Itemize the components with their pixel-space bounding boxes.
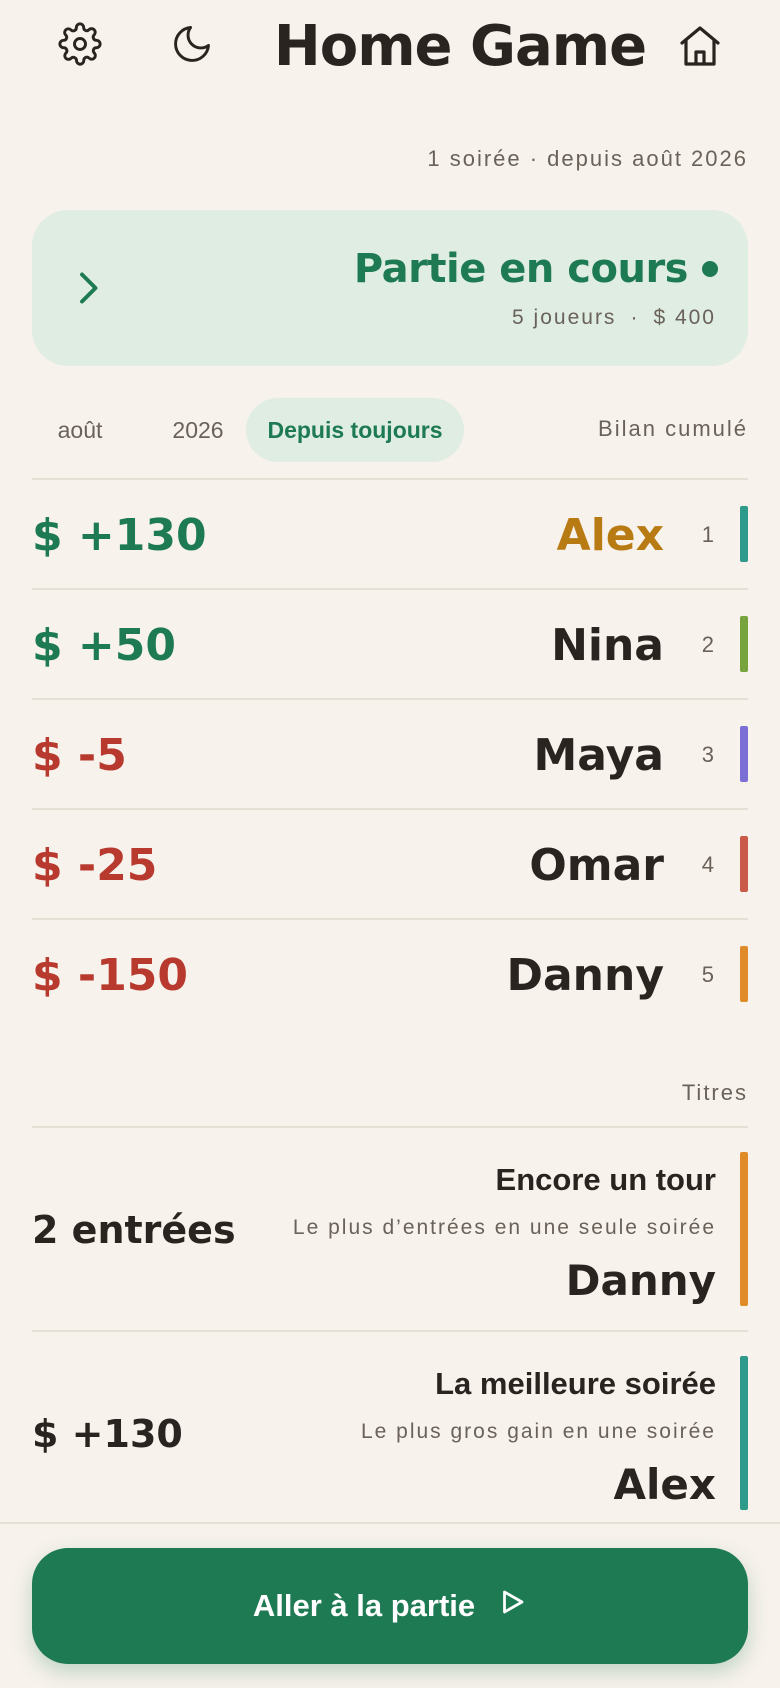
player-color-bar bbox=[740, 1356, 748, 1510]
summary-subtitle: 1 soirée · depuis août 2026 bbox=[427, 146, 748, 171]
standing-player-name: Omar bbox=[529, 840, 664, 891]
standing-player-name: Maya bbox=[533, 730, 665, 781]
filter-chip-month[interactable]: août bbox=[32, 398, 128, 462]
standing-amount: $ -5 bbox=[32, 730, 127, 781]
title-winner: Alex bbox=[613, 1460, 716, 1509]
player-color-bar bbox=[740, 616, 748, 672]
titles-list: 2 entrées Encore un tour Le plus d’entré… bbox=[32, 1126, 748, 1534]
title-stat: $ +130 bbox=[32, 1412, 183, 1456]
app-title: Home Game bbox=[273, 14, 647, 79]
go-to-game-button[interactable]: Aller à la partie bbox=[32, 1548, 748, 1664]
standing-amount: $ +50 bbox=[32, 620, 177, 671]
standing-row[interactable]: $ -5 Maya 3 bbox=[32, 698, 748, 808]
standing-row[interactable]: $ -25 Omar 4 bbox=[32, 808, 748, 918]
standing-rank: 5 bbox=[701, 962, 714, 987]
moon-icon bbox=[170, 22, 214, 71]
filter-chip-all-time[interactable]: Depuis toujours bbox=[246, 398, 464, 462]
player-color-bar bbox=[740, 726, 748, 782]
app-header: Home Game bbox=[0, 0, 780, 100]
player-color-bar bbox=[740, 836, 748, 892]
title-name: Encore un tour bbox=[495, 1162, 716, 1197]
play-icon bbox=[475, 1587, 527, 1625]
title-card[interactable]: 2 entrées Encore un tour Le plus d’entré… bbox=[32, 1126, 748, 1330]
period-filters: août 2026 Depuis toujours Bilan cumulé bbox=[32, 398, 748, 462]
filter-chip-label: août bbox=[57, 416, 103, 443]
title-winner: Danny bbox=[565, 1256, 716, 1305]
live-game-pot: $ 400 bbox=[653, 306, 716, 329]
settings-button[interactable] bbox=[52, 18, 108, 74]
theme-toggle-button[interactable] bbox=[164, 18, 220, 74]
title-description: Le plus d’entrées en une seule soirée bbox=[292, 1216, 716, 1239]
filter-chip-label: 2026 bbox=[172, 416, 224, 443]
filter-chip-label: Depuis toujours bbox=[267, 416, 443, 443]
home-icon bbox=[676, 22, 724, 75]
titles-section-label: Titres bbox=[681, 1080, 748, 1105]
standing-amount: $ -25 bbox=[32, 840, 158, 891]
title-description: Le plus gros gain en une soirée bbox=[360, 1420, 716, 1443]
standing-rank: 1 bbox=[701, 522, 714, 547]
standing-row[interactable]: $ +50 Nina 2 bbox=[32, 588, 748, 698]
title-name: La meilleure soirée bbox=[435, 1366, 716, 1401]
filter-chip-year[interactable]: 2026 bbox=[150, 398, 246, 462]
player-color-bar bbox=[740, 506, 748, 562]
chevron-right-icon bbox=[70, 264, 106, 317]
live-game-title-text: Partie en cours bbox=[353, 246, 689, 292]
standing-row[interactable]: $ +130 Alex 1 bbox=[32, 478, 748, 588]
standing-amount: $ -150 bbox=[32, 950, 189, 1001]
cumulative-label: Bilan cumulé bbox=[598, 416, 748, 441]
standing-player-name: Alex bbox=[556, 510, 664, 561]
home-button[interactable] bbox=[672, 20, 728, 76]
standing-rank: 2 bbox=[701, 632, 714, 657]
standings-list: $ +130 Alex 1 $ +50 Nina 2 $ -5 Maya 3 $… bbox=[32, 478, 748, 1028]
title-stat: 2 entrées bbox=[32, 1208, 236, 1252]
standing-row[interactable]: $ -150 Danny 5 bbox=[32, 918, 748, 1028]
gear-icon bbox=[58, 21, 102, 71]
standing-rank: 4 bbox=[701, 852, 714, 877]
live-game-card[interactable]: Partie en cours 5 joueurs · $ 400 bbox=[32, 210, 748, 366]
live-indicator-dot bbox=[702, 261, 718, 277]
player-color-bar bbox=[740, 1152, 748, 1306]
live-game-title: Partie en cours bbox=[354, 246, 718, 292]
bottom-action-bar: Aller à la partie bbox=[0, 1522, 780, 1688]
standing-player-name: Danny bbox=[506, 950, 664, 1001]
live-game-separator: · bbox=[630, 306, 640, 329]
player-color-bar bbox=[740, 946, 748, 1002]
standing-player-name: Nina bbox=[551, 620, 664, 671]
go-to-game-label: Aller à la partie bbox=[252, 1588, 476, 1623]
live-game-meta: 5 joueurs · $ 400 bbox=[512, 306, 716, 330]
standing-rank: 3 bbox=[701, 742, 714, 767]
live-game-players: 5 joueurs bbox=[512, 306, 617, 329]
standing-amount: $ +130 bbox=[32, 510, 207, 561]
title-card[interactable]: $ +130 La meilleure soirée Le plus gros … bbox=[32, 1330, 748, 1534]
